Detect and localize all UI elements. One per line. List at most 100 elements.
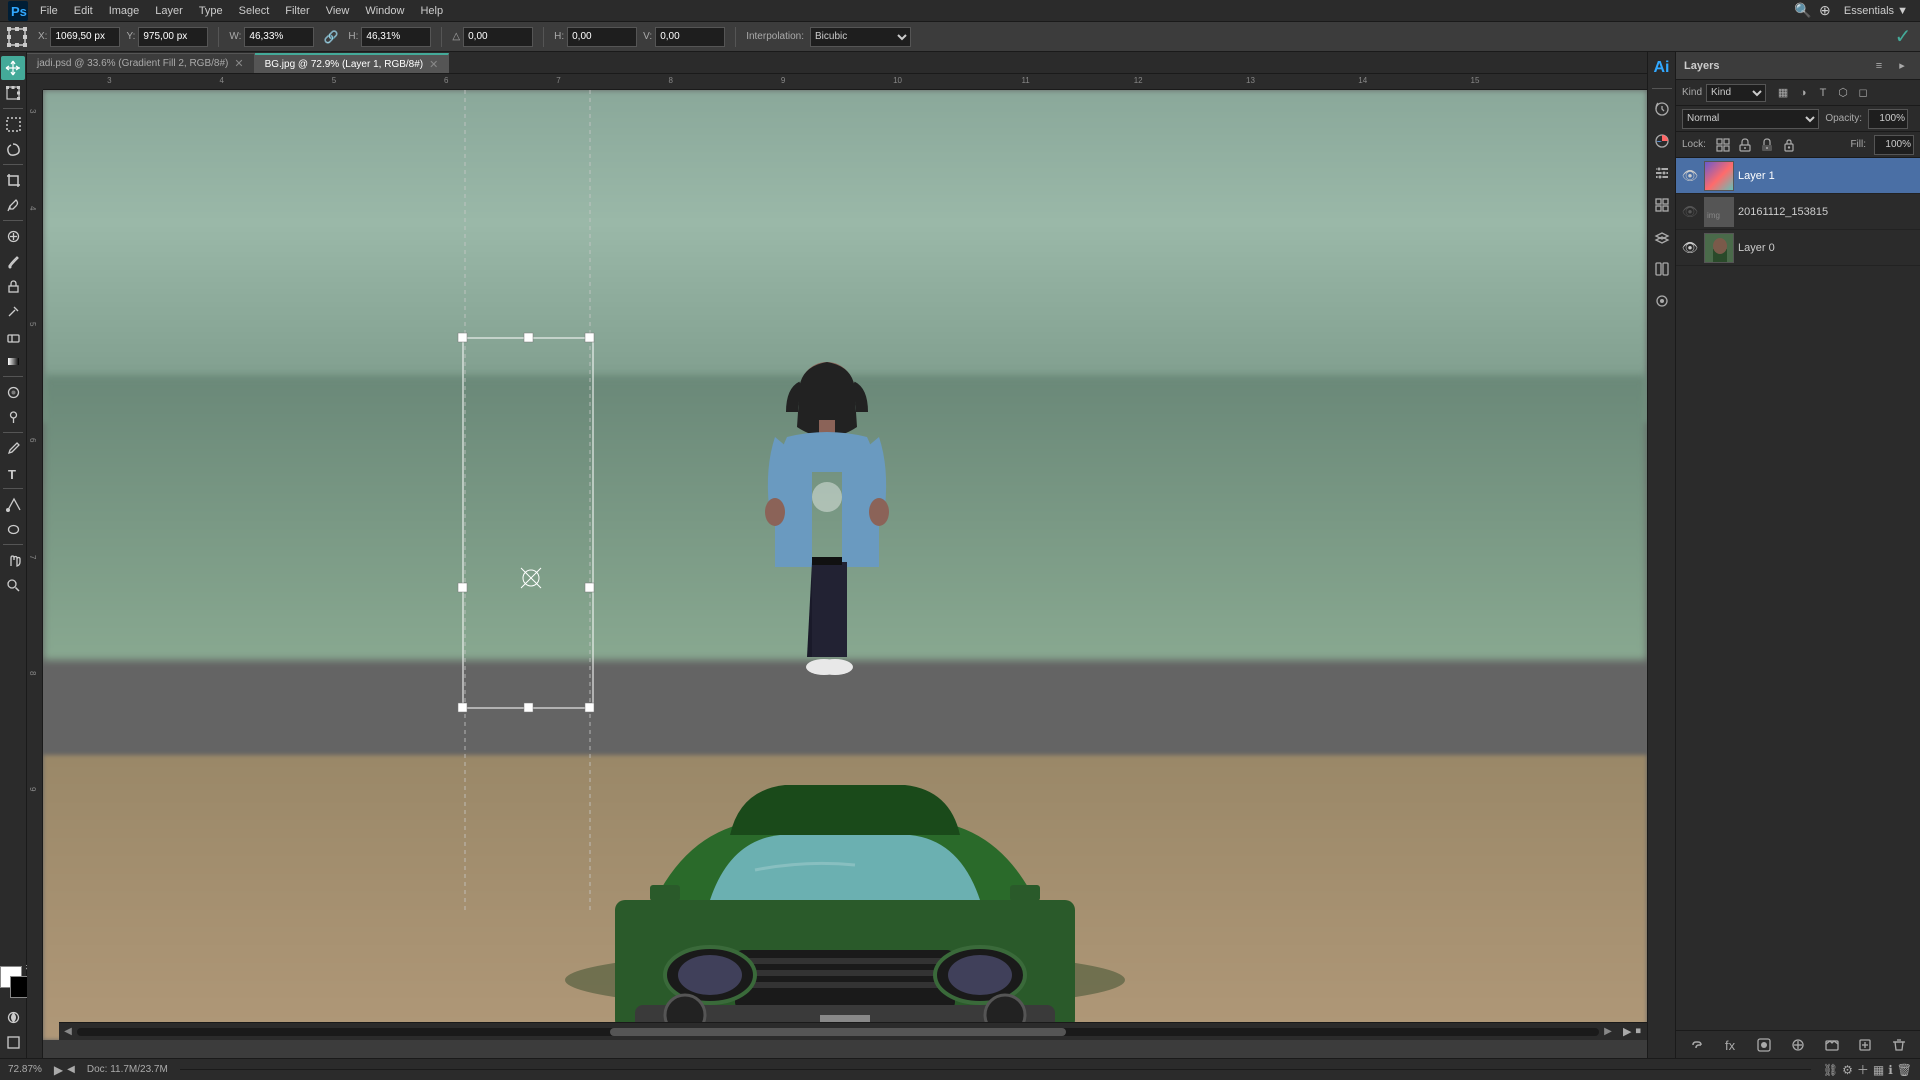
menu-filter[interactable]: Filter: [277, 3, 317, 19]
type-kind-icon[interactable]: T: [1814, 84, 1832, 102]
layer-date-visibility[interactable]: 👁: [1680, 202, 1700, 222]
kind-select[interactable]: Kind Name Effect Mode Attribute Color: [1706, 84, 1766, 102]
history-icon[interactable]: [1650, 97, 1674, 121]
tab-jadi[interactable]: jadi.psd @ 33.6% (Gradient Fill 2, RGB/8…: [27, 53, 255, 73]
menu-type[interactable]: Type: [191, 3, 231, 19]
quickmask-tool[interactable]: [1, 1005, 25, 1029]
layers-expand-btn[interactable]: ▸: [1892, 56, 1912, 76]
history-brush-tool[interactable]: [1, 299, 25, 323]
tab-jadi-close[interactable]: ✕: [234, 57, 243, 70]
link-layers-btn[interactable]: [1687, 1035, 1707, 1055]
delete-status-icon[interactable]: 🗑: [1897, 1063, 1912, 1077]
add-mask-btn[interactable]: [1754, 1035, 1774, 1055]
shape-kind-icon[interactable]: ⬡: [1834, 84, 1852, 102]
lock-all-icon[interactable]: [1780, 136, 1798, 154]
scroll-left-arrow[interactable]: ◀: [59, 1023, 77, 1041]
stamp-tool[interactable]: [1, 274, 25, 298]
canvas-viewport[interactable]: ◀ ▶ ▶ ⏹: [43, 90, 1647, 1040]
interpolation-select[interactable]: Bicubic Nearest Neighbor Bilinear Bicubi…: [810, 27, 911, 47]
create-layer-btn[interactable]: [1855, 1035, 1875, 1055]
scroll-right-arrow[interactable]: ▶: [1599, 1023, 1617, 1041]
eyedropper-tool[interactable]: [1, 193, 25, 217]
x-input[interactable]: [50, 27, 120, 47]
tab-bg-close[interactable]: ✕: [429, 58, 438, 71]
commit-icon[interactable]: ✓: [1892, 26, 1914, 48]
blend-mode-select[interactable]: Normal Dissolve Multiply Screen Overlay: [1682, 109, 1819, 129]
marquee-tool[interactable]: [1, 112, 25, 136]
layer1-visibility[interactable]: 👁: [1680, 166, 1700, 186]
zoom-tool[interactable]: [1, 573, 25, 597]
hand-tool[interactable]: [1, 548, 25, 572]
layers-menu-btn[interactable]: ≡: [1869, 56, 1889, 76]
menu-select[interactable]: Select: [231, 3, 278, 19]
menu-view[interactable]: View: [318, 3, 358, 19]
channels-icon[interactable]: [1650, 257, 1674, 281]
opacity-input[interactable]: [1868, 109, 1908, 129]
menu-window[interactable]: Window: [357, 3, 412, 19]
create-group-btn[interactable]: [1822, 1035, 1842, 1055]
play-button[interactable]: ▶: [1623, 1025, 1631, 1038]
properties-icon[interactable]: [1650, 161, 1674, 185]
h-input[interactable]: [361, 27, 431, 47]
menu-image[interactable]: Image: [101, 3, 148, 19]
layer-item-layer0[interactable]: 👁 Layer 0: [1676, 230, 1920, 266]
layers-icon[interactable]: [1650, 225, 1674, 249]
transform-tool-icon[interactable]: [6, 26, 28, 48]
menu-layer[interactable]: Layer: [147, 3, 191, 19]
y-input[interactable]: [138, 27, 208, 47]
gradient-tool[interactable]: [1, 349, 25, 373]
color-icon[interactable]: [1650, 129, 1674, 153]
add-style-btn[interactable]: fx: [1721, 1035, 1741, 1055]
lasso-tool[interactable]: [1, 137, 25, 161]
ai-icon[interactable]: Ai: [1650, 56, 1674, 80]
delete-layer-btn[interactable]: [1889, 1035, 1909, 1055]
brush-tool[interactable]: [1, 249, 25, 273]
add-adjustment-btn[interactable]: [1788, 1035, 1808, 1055]
w-input[interactable]: [244, 27, 314, 47]
lock-pixels-icon[interactable]: [1714, 136, 1732, 154]
lock-position-icon[interactable]: [1736, 136, 1754, 154]
dodge-tool[interactable]: [1, 405, 25, 429]
pen-tool[interactable]: [1, 436, 25, 460]
menu-file[interactable]: File: [32, 3, 66, 19]
h2-input[interactable]: [567, 27, 637, 47]
link-status-icon[interactable]: ⛓: [1823, 1063, 1838, 1077]
add-status-icon[interactable]: ＋: [1857, 1061, 1869, 1078]
essentials-label[interactable]: Essentials ▼: [1836, 5, 1916, 17]
crop-tool[interactable]: [1, 168, 25, 192]
transform-tool[interactable]: [1, 81, 25, 105]
link-icon[interactable]: 🔗: [320, 26, 342, 48]
pixel-kind-icon[interactable]: ▦: [1774, 84, 1792, 102]
review-icon[interactable]: ⊕: [1814, 0, 1836, 22]
lock-artboard-icon[interactable]: [1758, 136, 1776, 154]
angle-input[interactable]: [463, 27, 533, 47]
info-status-icon[interactable]: ℹ: [1888, 1063, 1893, 1077]
menu-help[interactable]: Help: [412, 3, 451, 19]
adjustments-icon[interactable]: [1650, 289, 1674, 313]
layer-status-icon[interactable]: ▦: [1873, 1063, 1884, 1077]
blur-tool[interactable]: [1, 380, 25, 404]
path-selection-tool[interactable]: [1, 492, 25, 516]
layer0-visibility[interactable]: 👁: [1680, 238, 1700, 258]
libraries-icon[interactable]: [1650, 193, 1674, 217]
smart-kind-icon[interactable]: ◻: [1854, 84, 1872, 102]
scroll-thumb-h[interactable]: [610, 1028, 1067, 1036]
settings-status-icon[interactable]: ⚙: [1842, 1063, 1853, 1077]
adjustment-kind-icon[interactable]: ◑: [1794, 84, 1812, 102]
ellipse-tool[interactable]: [1, 517, 25, 541]
scroll-track-h[interactable]: [77, 1028, 1599, 1036]
screen-mode-tool[interactable]: [1, 1030, 25, 1054]
search-icon[interactable]: 🔍: [1792, 0, 1814, 22]
eraser-tool[interactable]: [1, 324, 25, 348]
tab-bg[interactable]: BG.jpg @ 72.9% (Layer 1, RGB/8#) ✕: [255, 53, 450, 73]
text-tool[interactable]: T: [1, 461, 25, 485]
layer-item-date[interactable]: 👁 img 20161112_153815: [1676, 194, 1920, 230]
v-input[interactable]: [655, 27, 725, 47]
horizontal-scrollbar[interactable]: ◀ ▶ ▶ ⏹: [59, 1022, 1647, 1040]
menu-edit[interactable]: Edit: [66, 3, 101, 19]
stop-button[interactable]: ⏹: [1636, 1025, 1642, 1038]
layer-item-layer1[interactable]: 👁 Layer 1: [1676, 158, 1920, 194]
prev-frame-btn[interactable]: ◀: [67, 1064, 75, 1075]
move-tool[interactable]: [1, 56, 25, 80]
fill-input[interactable]: [1874, 135, 1914, 155]
